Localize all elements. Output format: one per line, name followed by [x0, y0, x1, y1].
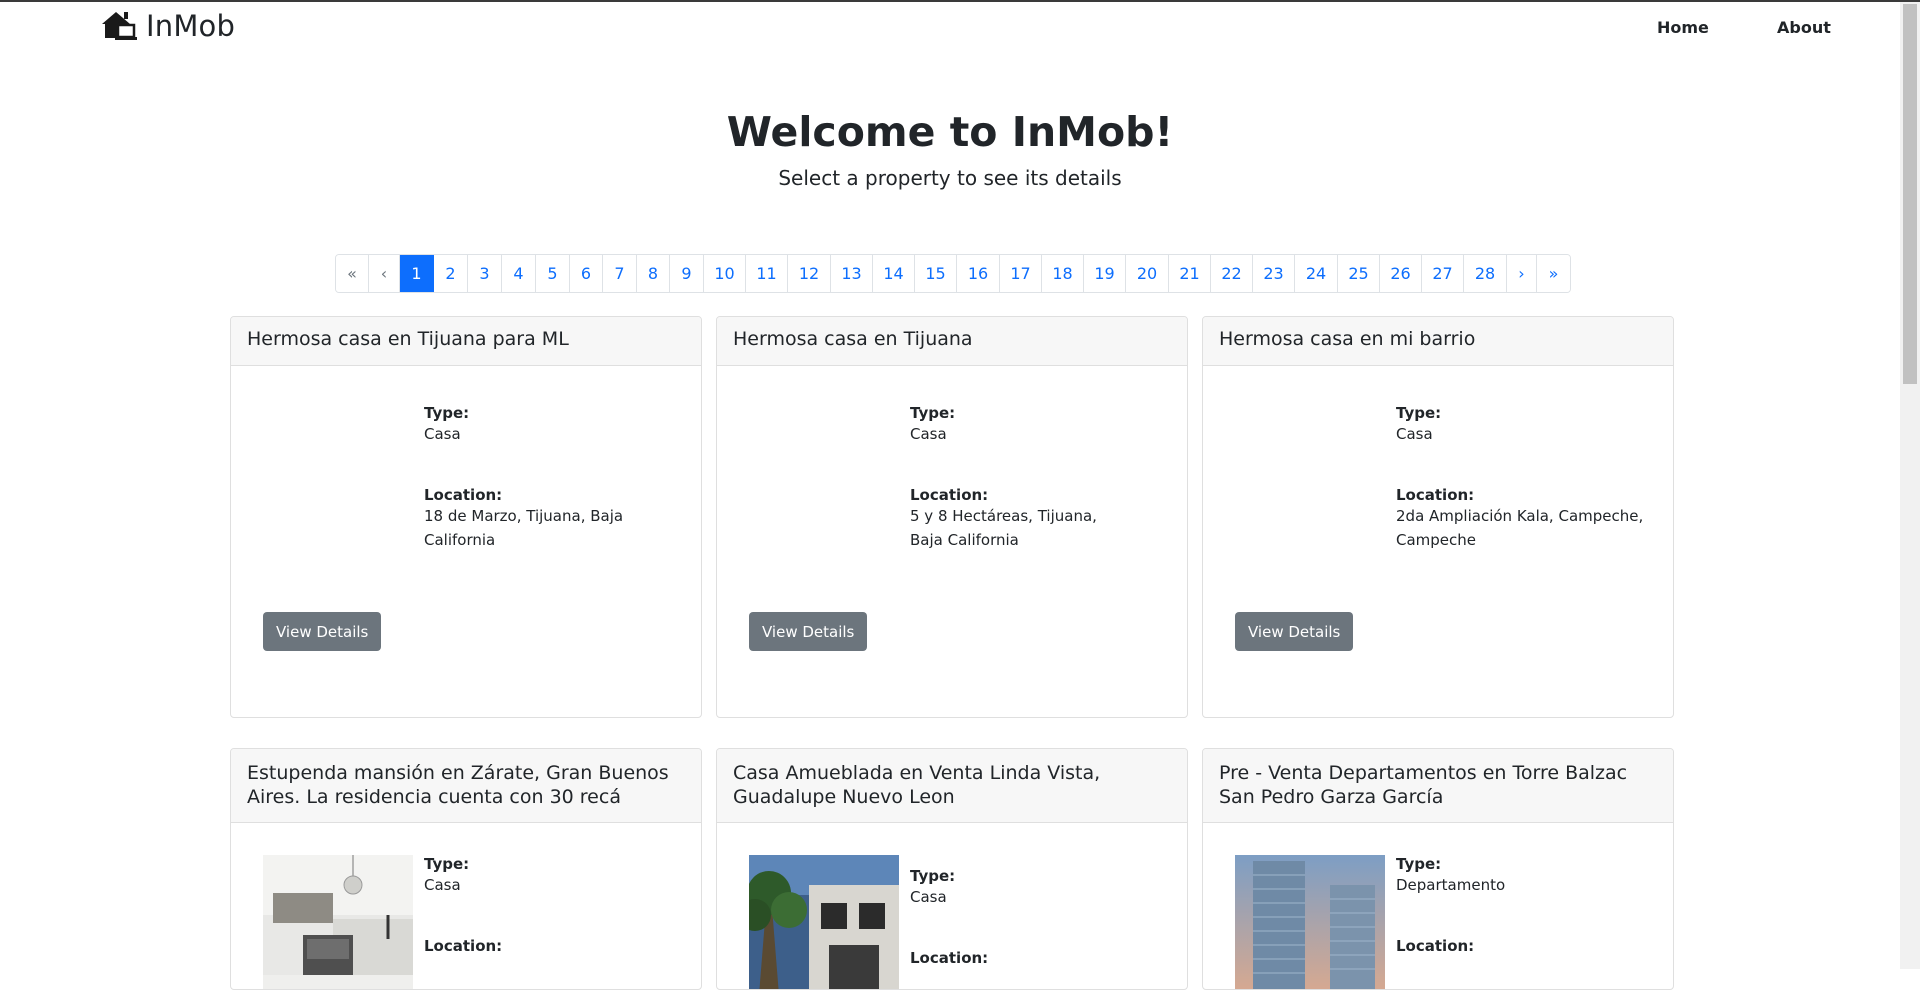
- nav-home-link[interactable]: Home: [1657, 18, 1709, 37]
- type-value: Casa: [1396, 425, 1433, 443]
- property-info: Type: Casa Location: 5 y 8 Hectáreas, Ti…: [910, 404, 1130, 552]
- page-link-23[interactable]: 23: [1253, 255, 1295, 292]
- property-image[interactable]: [1235, 855, 1385, 989]
- page-link-26[interactable]: 26: [1380, 255, 1422, 292]
- property-title: Estupenda mansión en Zárate, Gran Buenos…: [231, 749, 701, 823]
- view-details-button[interactable]: View Details: [1235, 612, 1354, 651]
- page-link-28[interactable]: 28: [1464, 255, 1507, 292]
- property-title: Casa Amueblada en Venta Linda Vista, Gua…: [717, 749, 1187, 823]
- pagination: « ‹ 1 2 3 4 5 6 7 8 9 10 11 12 13 14 15 …: [335, 254, 1571, 293]
- property-info: Type: Casa Location:: [910, 867, 988, 967]
- pagination-prev[interactable]: ‹: [369, 255, 400, 292]
- page-link-3[interactable]: 3: [468, 255, 502, 292]
- property-card: Pre - Venta Departamentos en Torre Balza…: [1202, 748, 1674, 990]
- page-link-14[interactable]: 14: [873, 255, 915, 292]
- property-card: Hermosa casa en mi barrio Type: Casa Loc…: [1202, 316, 1674, 718]
- location-label: Location:: [424, 486, 503, 504]
- type-label: Type:: [424, 855, 470, 873]
- location-value: 18 de Marzo, Tijuana, Baja California: [424, 507, 624, 549]
- property-title: Hermosa casa en Tijuana: [717, 317, 1187, 366]
- page-link-9[interactable]: 9: [670, 255, 704, 292]
- page-link-10[interactable]: 10: [704, 255, 746, 292]
- view-details-button[interactable]: View Details: [263, 612, 382, 651]
- type-value: Casa: [424, 425, 461, 443]
- page-link-19[interactable]: 19: [1084, 255, 1126, 292]
- property-image[interactable]: [263, 855, 413, 989]
- page-link-1[interactable]: 1: [400, 255, 434, 292]
- property-title: Hermosa casa en mi barrio: [1203, 317, 1673, 366]
- property-info: Type: Casa Location:: [424, 855, 502, 955]
- page-link-11[interactable]: 11: [746, 255, 788, 292]
- location-label: Location:: [1396, 486, 1475, 504]
- brand-link[interactable]: InMob: [100, 8, 235, 44]
- type-value: Casa: [910, 425, 947, 443]
- page-title: Welcome to InMob!: [726, 108, 1174, 156]
- view-details-button[interactable]: View Details: [749, 612, 868, 651]
- page-link-17[interactable]: 17: [1000, 255, 1042, 292]
- page-link-27[interactable]: 27: [1422, 255, 1464, 292]
- property-image[interactable]: [749, 855, 899, 989]
- page-link-6[interactable]: 6: [570, 255, 603, 292]
- nav-about-link[interactable]: About: [1777, 18, 1831, 37]
- page-link-8[interactable]: 8: [637, 255, 670, 292]
- type-label: Type:: [424, 404, 470, 422]
- property-title: Pre - Venta Departamentos en Torre Balza…: [1203, 749, 1673, 823]
- pagination-first[interactable]: «: [336, 255, 369, 292]
- type-value: Casa: [424, 876, 461, 894]
- navbar: InMob Home About: [0, 2, 1900, 54]
- brand-name: InMob: [146, 9, 236, 43]
- type-label: Type:: [1396, 404, 1442, 422]
- house-facade-photo: [749, 855, 899, 989]
- page-link-2[interactable]: 2: [434, 255, 468, 292]
- location-label: Location:: [910, 949, 989, 967]
- type-value: Departamento: [1396, 876, 1506, 894]
- type-label: Type:: [910, 404, 956, 422]
- property-info: Type: Casa Location: 2da Ampliación Kala…: [1396, 404, 1646, 552]
- location-label: Location:: [910, 486, 989, 504]
- page-scrollbar[interactable]: [1900, 2, 1920, 969]
- kitchen-photo: [263, 855, 413, 989]
- location-value: 5 y 8 Hectáreas, Tijuana, Baja Californi…: [910, 507, 1097, 549]
- property-info: Type: Casa Location: 18 de Marzo, Tijuan…: [424, 404, 644, 552]
- towers-photo: [1235, 855, 1385, 989]
- property-card: Estupenda mansión en Zárate, Gran Buenos…: [230, 748, 702, 990]
- page-link-7[interactable]: 7: [603, 255, 637, 292]
- location-label: Location:: [424, 937, 503, 955]
- scrollbar-thumb[interactable]: [1903, 4, 1917, 384]
- page-link-18[interactable]: 18: [1042, 255, 1084, 292]
- page-link-13[interactable]: 13: [831, 255, 873, 292]
- page-link-4[interactable]: 4: [502, 255, 536, 292]
- location-value: 2da Ampliación Kala, Campeche, Campeche: [1396, 507, 1644, 549]
- property-title: Hermosa casa en Tijuana para ML: [231, 317, 701, 366]
- page-link-15[interactable]: 15: [915, 255, 957, 292]
- page-link-21[interactable]: 21: [1169, 255, 1211, 292]
- type-label: Type:: [1396, 855, 1442, 873]
- property-card: Hermosa casa en Tijuana Type: Casa Locat…: [716, 316, 1188, 718]
- house-laptop-icon: [102, 12, 137, 40]
- location-label: Location:: [1396, 937, 1475, 955]
- property-card: Hermosa casa en Tijuana para ML Type: Ca…: [230, 316, 702, 718]
- page-link-25[interactable]: 25: [1338, 255, 1380, 292]
- page-link-24[interactable]: 24: [1295, 255, 1338, 292]
- page-link-20[interactable]: 20: [1126, 255, 1169, 292]
- page-link-22[interactable]: 22: [1211, 255, 1253, 292]
- pagination-last[interactable]: »: [1537, 255, 1570, 292]
- property-card: Casa Amueblada en Venta Linda Vista, Gua…: [716, 748, 1188, 990]
- type-label: Type:: [910, 867, 956, 885]
- page-link-12[interactable]: 12: [788, 255, 831, 292]
- property-info: Type: Departamento Location:: [1396, 855, 1505, 955]
- type-value: Casa: [910, 888, 947, 906]
- page-link-16[interactable]: 16: [957, 255, 1000, 292]
- pagination-next[interactable]: ›: [1507, 255, 1537, 292]
- page-link-5[interactable]: 5: [536, 255, 570, 292]
- page-subtitle: Select a property to see its details: [778, 166, 1122, 190]
